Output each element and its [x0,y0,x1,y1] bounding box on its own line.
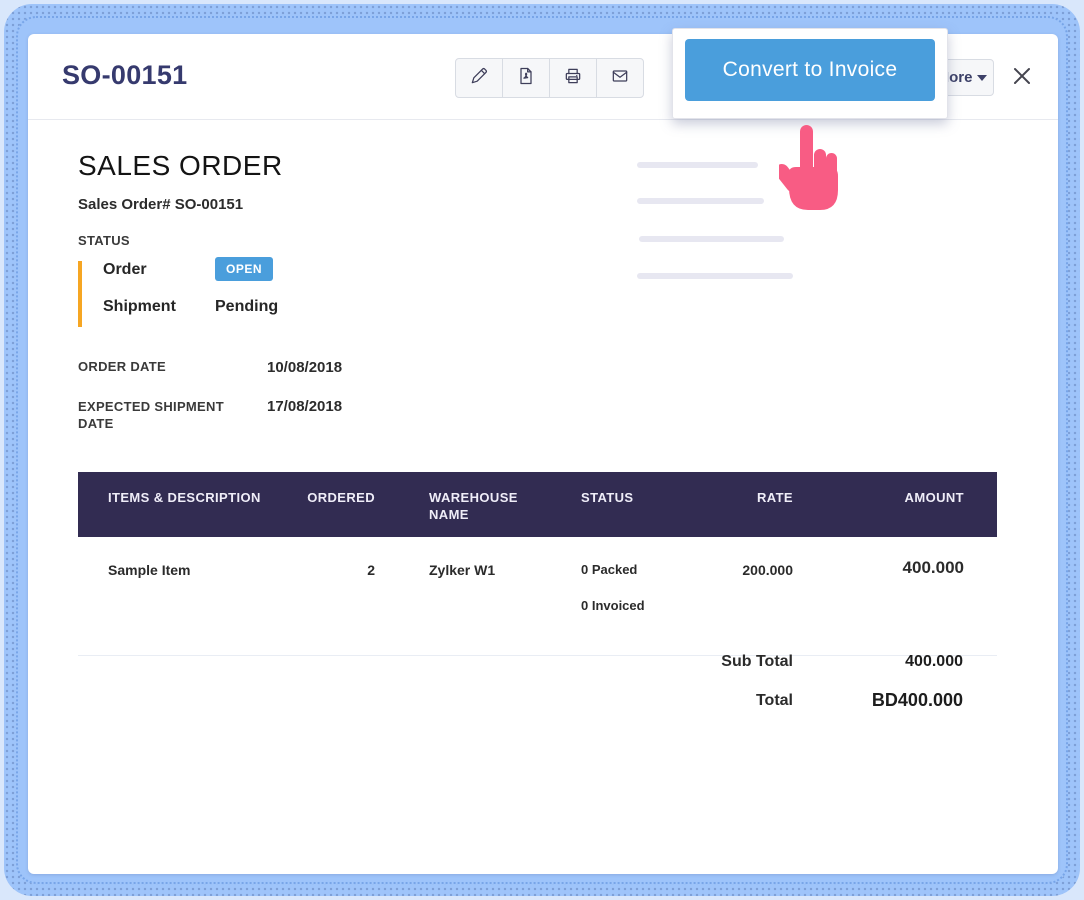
convert-to-invoice-button[interactable]: Convert to Invoice [685,39,935,101]
order-date-label: ORDER DATE [78,359,166,374]
status-block: Order OPEN Shipment Pending [78,261,359,327]
shipment-status-value: Pending [215,298,278,316]
toolbar [455,58,644,98]
status-row-shipment: Shipment Pending [103,298,176,316]
items-table-header-row: ITEMS & DESCRIPTION ORDERED WAREHOUSE NA… [78,472,997,537]
item-rate: 200.000 [720,537,803,656]
expected-shipment-value: 17/08/2018 [267,398,342,415]
print-button[interactable] [549,58,597,98]
col-header-ordered: ORDERED [300,472,385,537]
item-name: Sample Item [78,537,300,656]
email-button[interactable] [596,58,644,98]
convert-popup: Convert to Invoice [672,28,948,119]
close-icon [1012,66,1032,91]
page-title: SO-00151 [62,60,187,91]
skeleton-line [639,236,784,242]
close-button[interactable] [1008,64,1036,92]
expected-shipment-label: EXPECTED SHIPMENT DATE [78,398,243,432]
document-heading: SALES ORDER [78,150,283,182]
status-badge: OPEN [215,257,273,281]
skeleton-line [637,273,793,279]
col-header-warehouse: WAREHOUSE NAME [385,472,560,537]
table-row: Sample Item 2 Zylker W1 0 Packed 0 Invoi… [78,537,997,656]
screen: SO-00151 [0,0,1084,900]
pdf-file-icon [516,66,536,91]
order-number: Sales Order# SO-00151 [78,196,243,213]
col-header-amount: AMOUNT [803,472,997,537]
status-row-label: Shipment [103,298,176,315]
pointer-hand-icon [779,125,847,218]
col-header-status: STATUS [560,472,720,537]
printer-icon [563,66,583,91]
item-warehouse: Zylker W1 [385,537,560,656]
subtotal-label: Sub Total [528,653,793,671]
order-date-value: 10/08/2018 [267,359,342,376]
subtotal-value: 400.000 [803,653,963,671]
status-section-label: STATUS [78,233,130,248]
total-label: Total [528,692,793,710]
item-status-invoiced: 0 Invoiced [581,598,719,613]
item-ordered: 2 [300,537,385,656]
items-table: ITEMS & DESCRIPTION ORDERED WAREHOUSE NA… [78,472,997,656]
col-header-items: ITEMS & DESCRIPTION [78,472,300,537]
item-amount: 400.000 [803,537,997,656]
edit-button[interactable] [455,58,503,98]
status-row-order: Order OPEN [103,261,147,279]
total-value: BD400.000 [763,690,963,711]
pencil-icon [469,66,489,91]
item-status: 0 Packed 0 Invoiced [560,537,720,656]
pdf-button[interactable] [502,58,550,98]
status-row-label: Order [103,261,147,278]
item-status-packed: 0 Packed [581,562,719,577]
col-header-rate: RATE [720,472,803,537]
mail-icon [610,66,630,91]
